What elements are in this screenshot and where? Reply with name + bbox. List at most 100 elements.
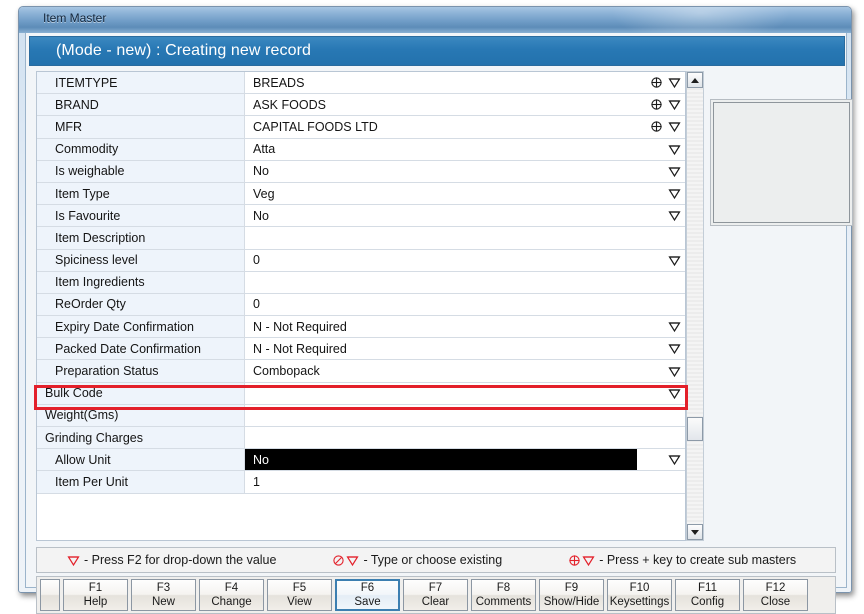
field-label: Weight(Gms) <box>37 404 245 426</box>
field-row[interactable]: Item Ingredients <box>37 271 685 294</box>
plus-circle-icon[interactable] <box>650 76 663 89</box>
field-icon-cluster <box>668 449 681 470</box>
field-value-cell[interactable]: N - Not Required <box>245 316 685 338</box>
field-value-cell[interactable]: No <box>245 449 685 471</box>
item-image-placeholder[interactable] <box>710 99 853 226</box>
field-value-cell[interactable]: N - Not Required <box>245 338 685 360</box>
field-row[interactable]: Bulk Code <box>37 382 685 405</box>
field-icon-cluster <box>650 94 681 115</box>
field-value-cell[interactable]: 1 <box>245 471 685 493</box>
field-value-cell[interactable]: Atta <box>245 138 685 160</box>
dropdown-triangle-icon[interactable] <box>668 120 681 133</box>
field-value-cell[interactable]: 0 <box>245 293 685 316</box>
dropdown-triangle-icon[interactable] <box>346 554 360 567</box>
field-row[interactable]: Item Per Unit 1 <box>37 471 685 494</box>
field-value-cell[interactable]: BREADS <box>245 72 685 94</box>
function-key-f8-button[interactable]: F8 Comments <box>471 579 536 611</box>
field-row[interactable]: Commodity Atta <box>37 138 685 161</box>
field-icon-cluster <box>668 383 681 404</box>
field-row[interactable]: Is Favourite No <box>37 205 685 228</box>
plus-circle-icon[interactable] <box>650 120 663 133</box>
function-key-label: View <box>287 596 312 608</box>
dropdown-triangle-icon[interactable] <box>582 554 595 567</box>
scroll-down-icon[interactable] <box>687 524 703 540</box>
field-value-cell[interactable] <box>245 404 685 426</box>
field-row[interactable]: BRAND ASK FOODS <box>37 94 685 117</box>
scrollbar-track[interactable] <box>687 88 703 524</box>
dropdown-triangle-icon[interactable] <box>668 187 681 200</box>
legend-item: - Type or choose existing <box>332 553 502 567</box>
field-value-cell[interactable]: ASK FOODS <box>245 94 685 116</box>
dropdown-triangle-icon[interactable] <box>668 98 681 111</box>
field-label: Expiry Date Confirmation <box>37 316 245 338</box>
function-key-f10-button[interactable]: F10 Keysettings <box>607 579 672 611</box>
field-row[interactable]: Packed Date Confirmation N - Not Required <box>37 338 685 361</box>
function-key-f11-button[interactable]: F11 Config <box>675 579 740 611</box>
field-row[interactable]: ReOrder Qty 0 <box>37 293 685 317</box>
field-value-cell[interactable]: 0 <box>245 249 685 271</box>
field-value-cell[interactable]: No <box>245 160 685 182</box>
function-key-code: F1 <box>88 581 103 594</box>
dropdown-triangle-icon[interactable] <box>668 76 681 89</box>
field-row[interactable]: Allow Unit No <box>37 449 685 472</box>
field-value-cell[interactable]: Veg <box>245 182 685 205</box>
function-key-code: F8 <box>496 581 511 594</box>
dropdown-triangle-icon[interactable] <box>668 143 681 156</box>
field-label: MFR <box>37 116 245 138</box>
field-value: 0 <box>253 253 260 268</box>
dropdown-triangle-icon[interactable] <box>668 165 681 178</box>
no-entry-icon[interactable] <box>332 554 345 567</box>
function-key-f3-button[interactable]: F3 New <box>131 579 196 611</box>
field-value-cell[interactable] <box>245 427 685 449</box>
plus-circle-icon[interactable] <box>568 554 581 567</box>
function-key-f4-button[interactable]: F4 Change <box>199 579 264 611</box>
field-value: 0 <box>253 297 260 312</box>
field-row[interactable]: Item Type Veg <box>37 182 685 206</box>
field-row[interactable]: Preparation Status Combopack <box>37 360 685 383</box>
field-label: Is weighable <box>37 160 245 182</box>
field-value-cell[interactable] <box>245 382 685 404</box>
function-key-label: Clear <box>421 596 450 608</box>
function-key-code: F11 <box>698 581 717 594</box>
field-row[interactable]: Weight(Gms) <box>37 404 685 427</box>
plus-circle-icon[interactable] <box>650 98 663 111</box>
window-titlebar: Item Master <box>19 7 851 33</box>
function-key-code: F9 <box>564 581 579 594</box>
field-row[interactable]: Expiry Date Confirmation N - Not Required <box>37 316 685 339</box>
dropdown-triangle-icon[interactable] <box>668 209 681 222</box>
dropdown-triangle-icon[interactable] <box>67 554 80 567</box>
dropdown-triangle-icon[interactable] <box>668 320 681 333</box>
legend-item: - Press F2 for drop-down the value <box>67 553 276 567</box>
dropdown-triangle-icon[interactable] <box>668 387 681 400</box>
dropdown-triangle-icon[interactable] <box>668 342 681 355</box>
field-row[interactable]: MFR CAPITAL FOODS LTD <box>37 116 685 139</box>
field-row[interactable]: Grinding Charges <box>37 427 685 450</box>
window-title: Item Master <box>43 11 107 25</box>
field-row[interactable]: ITEMTYPE BREADS <box>37 72 685 95</box>
field-value-cell[interactable]: No <box>245 205 685 227</box>
field-row[interactable]: Spiciness level 0 <box>37 249 685 272</box>
scrollbar-thumb[interactable] <box>687 417 703 441</box>
function-key-f7-button[interactable]: F7 Clear <box>403 579 468 611</box>
function-key-f6-button[interactable]: F6 Save <box>335 579 400 611</box>
grid-vertical-scrollbar[interactable] <box>686 71 704 541</box>
function-key-f9-button[interactable]: F9 Show/Hide <box>539 579 604 611</box>
scroll-up-icon[interactable] <box>687 72 703 88</box>
field-label: ITEMTYPE <box>37 72 245 94</box>
function-key-f12-button[interactable]: F12 Close <box>743 579 808 611</box>
field-value-cell[interactable]: CAPITAL FOODS LTD <box>245 116 685 138</box>
dropdown-triangle-icon[interactable] <box>668 365 681 378</box>
function-key-f1-button[interactable]: F1 Help <box>63 579 128 611</box>
function-key-code: F10 <box>629 581 650 594</box>
dropdown-triangle-icon[interactable] <box>668 453 681 466</box>
field-label: Item Description <box>37 227 245 249</box>
field-label: Item Ingredients <box>37 271 245 293</box>
function-key-f5-button[interactable]: F5 View <box>267 579 332 611</box>
field-value-cell[interactable] <box>245 271 685 293</box>
field-icon-cluster <box>668 205 681 226</box>
dropdown-triangle-icon[interactable] <box>668 254 681 267</box>
field-value-cell[interactable]: Combopack <box>245 360 685 382</box>
field-row[interactable]: Is weighable No <box>37 160 685 183</box>
field-value-cell[interactable] <box>245 227 685 249</box>
field-row[interactable]: Item Description <box>37 227 685 250</box>
